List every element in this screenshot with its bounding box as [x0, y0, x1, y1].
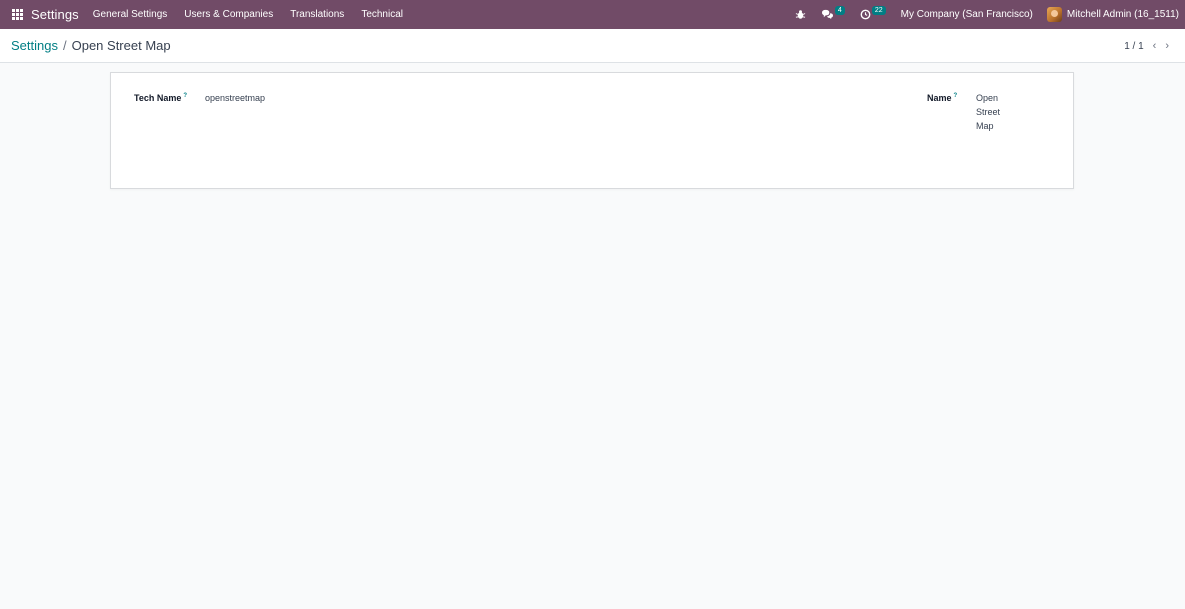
name-label: Name? — [927, 93, 957, 103]
breadcrumb-current: Open Street Map — [71, 38, 171, 53]
pager-next-icon[interactable]: › — [1165, 40, 1169, 52]
breadcrumb-separator: / — [62, 38, 67, 53]
activities-badge: 22 — [871, 6, 886, 15]
breadcrumb: Settings / Open Street Map — [11, 38, 171, 53]
top-navbar: Settings General Settings Users & Compan… — [0, 0, 1185, 29]
name-field[interactable]: Open Street Map — [976, 91, 1016, 133]
menu-technical[interactable]: Technical — [361, 9, 403, 20]
name-help-icon[interactable]: ? — [954, 93, 958, 99]
tech-name-field[interactable]: openstreetmap — [205, 93, 265, 103]
name-label-text: Name — [927, 93, 952, 103]
company-switcher[interactable]: My Company (San Francisco) — [901, 9, 1033, 20]
tech-name-label-text: Tech Name — [134, 93, 182, 103]
messages-badge: 4 — [834, 6, 845, 15]
form-sheet: Tech Name? openstreetmap Name? Open Stre… — [110, 72, 1074, 189]
messaging-chat-icon[interactable]: 4 — [821, 6, 845, 20]
systray: 4 22 My Company (San Francisco) Mitchell… — [795, 0, 1179, 29]
pager: 1 / 1 ‹ › — [1124, 40, 1169, 52]
breadcrumb-settings-link[interactable]: Settings — [11, 38, 58, 53]
debug-bug-icon[interactable] — [795, 9, 806, 20]
apps-menu-icon[interactable] — [3, 0, 31, 29]
user-name: Mitchell Admin (16_1511) — [1066, 9, 1179, 20]
menu-users-companies[interactable]: Users & Companies — [184, 9, 273, 20]
user-menu[interactable]: Mitchell Admin (16_1511) — [1046, 7, 1179, 22]
activity-clock-icon[interactable]: 22 — [860, 6, 886, 20]
tech-name-label: Tech Name? — [134, 93, 187, 103]
user-avatar — [1046, 7, 1062, 22]
app-brand[interactable]: Settings — [31, 7, 79, 22]
menu-translations[interactable]: Translations — [290, 9, 344, 20]
control-panel: Settings / Open Street Map 1 / 1 ‹ › — [0, 29, 1185, 63]
pager-previous-icon[interactable]: ‹ — [1153, 40, 1157, 52]
menu-general-settings[interactable]: General Settings — [93, 9, 168, 20]
tech-name-help-icon[interactable]: ? — [183, 93, 187, 99]
pager-value[interactable]: 1 / 1 — [1124, 41, 1143, 52]
